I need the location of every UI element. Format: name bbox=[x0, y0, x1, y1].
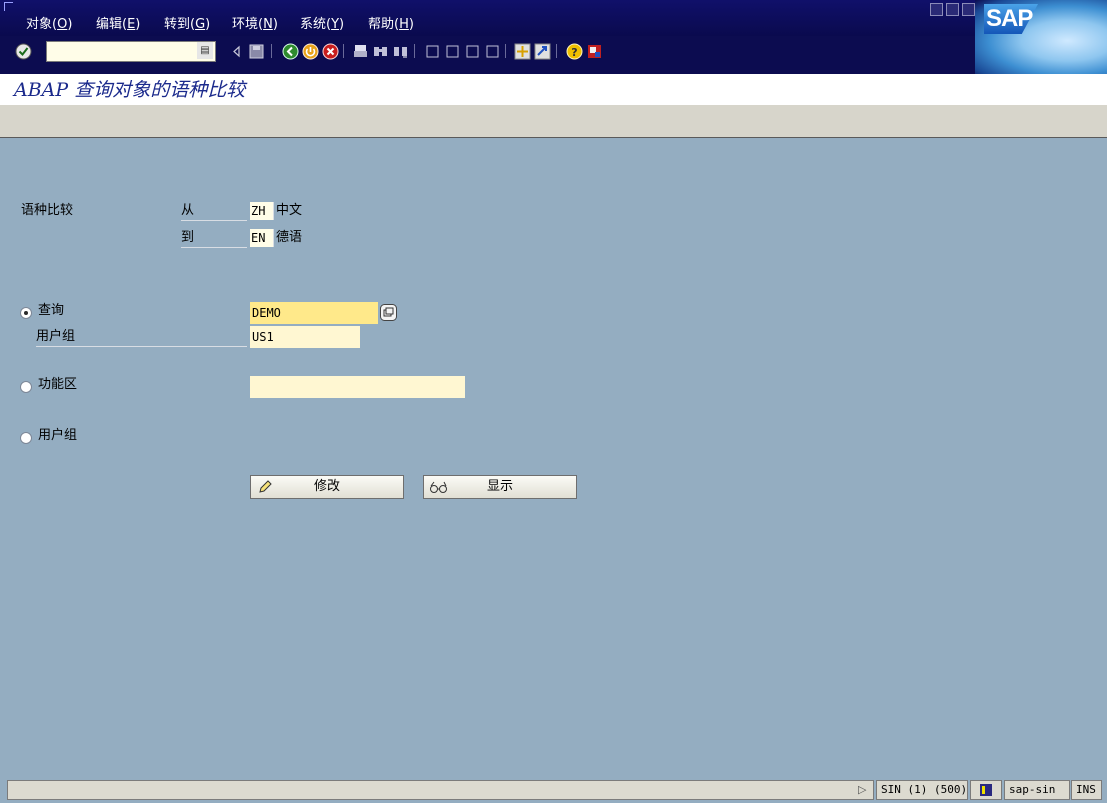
back-arrow-icon[interactable] bbox=[228, 43, 245, 60]
system-menu-icon[interactable] bbox=[4, 2, 13, 11]
query-radio[interactable] bbox=[20, 307, 32, 319]
shortcut-icon[interactable] bbox=[534, 43, 551, 60]
user-group-sub-input[interactable]: US1 bbox=[250, 326, 360, 348]
customize-icon[interactable] bbox=[586, 43, 603, 60]
status-mode[interactable]: INS bbox=[1071, 780, 1102, 800]
status-server: sap-sin bbox=[1004, 780, 1070, 800]
from-language-name: 中文 bbox=[276, 203, 303, 218]
menu-help[interactable]: 帮助(H) bbox=[368, 16, 414, 34]
query-input[interactable]: DEMO bbox=[250, 302, 378, 324]
user-group-sub-label: 用户组 bbox=[36, 328, 247, 347]
next-page-icon[interactable] bbox=[464, 43, 481, 60]
menu-object[interactable]: 对象(O) bbox=[26, 16, 72, 34]
user-group-radio[interactable] bbox=[20, 432, 32, 444]
cancel-icon[interactable] bbox=[322, 43, 339, 60]
first-page-icon[interactable] bbox=[424, 43, 441, 60]
find-next-icon[interactable] bbox=[392, 43, 409, 60]
display-button-label: 显示 bbox=[486, 479, 513, 494]
page-title: ABAP 查询对象的语种比较 bbox=[14, 79, 246, 101]
to-label: 到 bbox=[181, 229, 247, 248]
svg-text:?: ? bbox=[571, 46, 577, 59]
change-button[interactable]: 修改 bbox=[250, 475, 404, 499]
help-icon[interactable]: ? bbox=[566, 43, 583, 60]
status-expand-icon[interactable]: ▷ bbox=[858, 782, 872, 798]
enter-icon[interactable] bbox=[15, 43, 32, 60]
menu-goto[interactable]: 转到(G) bbox=[164, 16, 210, 34]
value-help-icon[interactable] bbox=[380, 304, 397, 321]
system-info-icon[interactable] bbox=[970, 780, 1002, 800]
command-field[interactable] bbox=[46, 41, 216, 62]
functional-area-input[interactable] bbox=[250, 376, 465, 398]
functional-area-label: 功能区 bbox=[38, 377, 78, 392]
functional-area-radio[interactable] bbox=[20, 381, 32, 393]
close-icon[interactable] bbox=[962, 3, 975, 16]
status-message bbox=[7, 780, 874, 800]
find-icon[interactable] bbox=[372, 43, 389, 60]
save-icon[interactable] bbox=[248, 43, 265, 60]
change-button-label: 修改 bbox=[313, 479, 340, 494]
print-icon[interactable] bbox=[352, 43, 369, 60]
to-language-name: 德语 bbox=[276, 230, 303, 245]
maximize-icon[interactable] bbox=[946, 3, 959, 16]
menu-edit[interactable]: 编辑(E) bbox=[96, 16, 140, 34]
display-button[interactable]: 显示 bbox=[423, 475, 577, 499]
user-group-label: 用户组 bbox=[38, 428, 78, 443]
command-history-icon[interactable]: ▤ bbox=[197, 42, 213, 59]
last-page-icon[interactable] bbox=[484, 43, 501, 60]
create-session-icon[interactable] bbox=[514, 43, 531, 60]
query-label: 查询 bbox=[38, 303, 65, 318]
system-info-icon-glyph bbox=[980, 784, 992, 796]
menu-environment[interactable]: 环境(N) bbox=[232, 16, 278, 34]
to-language-code: EN bbox=[250, 229, 274, 247]
from-label: 从 bbox=[181, 202, 247, 221]
status-system: SIN (1) (500) bbox=[876, 780, 968, 800]
prev-page-icon[interactable] bbox=[444, 43, 461, 60]
sap-logo-text: SAP bbox=[986, 5, 1033, 32]
language-compare-label: 语种比较 bbox=[21, 203, 74, 218]
from-language-code: ZH bbox=[250, 202, 274, 220]
back-icon[interactable] bbox=[282, 43, 299, 60]
menu-system[interactable]: 系统(Y) bbox=[300, 16, 344, 34]
exit-icon[interactable] bbox=[302, 43, 319, 60]
application-toolbar bbox=[0, 105, 1107, 138]
minimize-icon[interactable] bbox=[930, 3, 943, 16]
